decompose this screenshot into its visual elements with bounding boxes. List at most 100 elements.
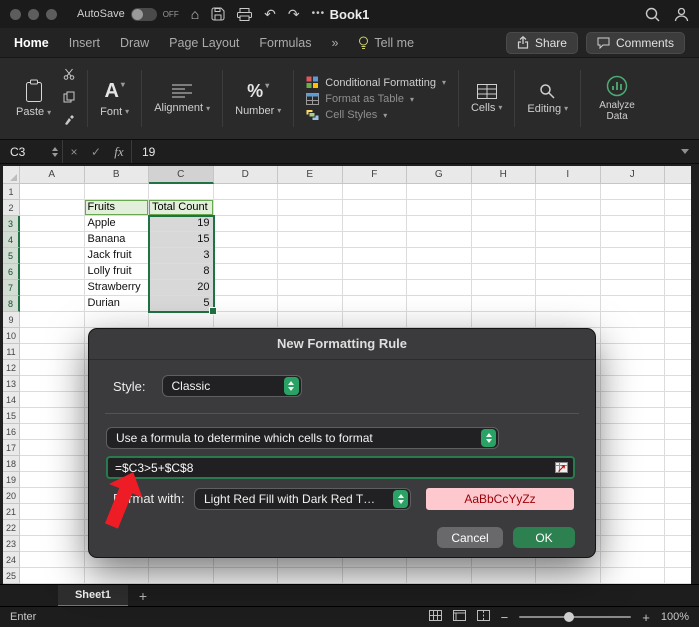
cell-D7[interactable]: [214, 280, 279, 296]
cell-H7[interactable]: [472, 280, 537, 296]
cell-A3[interactable]: [20, 216, 85, 232]
cell-F5[interactable]: [343, 248, 408, 264]
cell-J15[interactable]: [601, 408, 666, 424]
cell-J18[interactable]: [601, 456, 666, 472]
cell-F8[interactable]: [343, 296, 408, 312]
paste-button[interactable]: Paste▾: [10, 79, 57, 118]
cell-A18[interactable]: [20, 456, 85, 472]
format-painter-icon[interactable]: [63, 113, 75, 131]
cell-J8[interactable]: [601, 296, 666, 312]
column-header-G[interactable]: G: [407, 166, 472, 184]
row-header-20[interactable]: 20: [3, 488, 20, 504]
cell-A9[interactable]: [20, 312, 85, 328]
cell-A6[interactable]: [20, 264, 85, 280]
cell-J6[interactable]: [601, 264, 666, 280]
cell-D5[interactable]: [214, 248, 279, 264]
cell-G2[interactable]: [407, 200, 472, 216]
row-header-7[interactable]: 7: [3, 280, 20, 296]
tab-insert[interactable]: Insert: [69, 36, 100, 50]
cell-I4[interactable]: [536, 232, 601, 248]
column-header-J[interactable]: J: [601, 166, 666, 184]
normal-view-icon[interactable]: [429, 610, 442, 624]
analyze-data-button[interactable]: Analyze Data: [587, 62, 647, 135]
cell-A22[interactable]: [20, 520, 85, 536]
cell-D1[interactable]: [214, 184, 279, 200]
formula-input[interactable]: =$C3>5+$C$8: [106, 456, 575, 479]
zoom-window-button[interactable]: [46, 9, 57, 20]
cell-H25[interactable]: [472, 568, 537, 584]
style-dropdown[interactable]: Classic: [162, 375, 302, 397]
rule-type-dropdown[interactable]: Use a formula to determine which cells t…: [106, 427, 499, 449]
cut-icon[interactable]: [63, 67, 75, 85]
row-header-22[interactable]: 22: [3, 520, 20, 536]
row-header-17[interactable]: 17: [3, 440, 20, 456]
cell-J10[interactable]: [601, 328, 666, 344]
cell-I5[interactable]: [536, 248, 601, 264]
cell-A13[interactable]: [20, 376, 85, 392]
comments-button[interactable]: Comments: [586, 32, 685, 54]
cell-F6[interactable]: [343, 264, 408, 280]
cell-I8[interactable]: [536, 296, 601, 312]
cell-A4[interactable]: [20, 232, 85, 248]
cell-A7[interactable]: [20, 280, 85, 296]
row-header-15[interactable]: 15: [3, 408, 20, 424]
cell-styles-button[interactable]: Cell Styles ▾: [306, 109, 446, 121]
row-header-16[interactable]: 16: [3, 424, 20, 440]
cell-J11[interactable]: [601, 344, 666, 360]
zoom-in-button[interactable]: +: [642, 610, 650, 625]
insert-function-icon[interactable]: fx: [107, 144, 131, 160]
cell-B9[interactable]: [85, 312, 150, 328]
save-icon[interactable]: [211, 7, 225, 21]
cell-A21[interactable]: [20, 504, 85, 520]
page-layout-view-icon[interactable]: [453, 610, 466, 624]
sheet-tab-sheet1[interactable]: Sheet1: [58, 585, 128, 607]
cell-E7[interactable]: [278, 280, 343, 296]
format-style-dropdown[interactable]: Light Red Fill with Dark Red T…: [194, 488, 411, 510]
column-header-C[interactable]: C: [149, 166, 214, 184]
cell-H4[interactable]: [472, 232, 537, 248]
tab-draw[interactable]: Draw: [120, 36, 149, 50]
cell-B25[interactable]: [85, 568, 150, 584]
row-header-8[interactable]: 8: [3, 296, 20, 312]
cell-E25[interactable]: [278, 568, 343, 584]
cell-E8[interactable]: [278, 296, 343, 312]
cell-J2[interactable]: [601, 200, 666, 216]
cell-F4[interactable]: [343, 232, 408, 248]
cell-D3[interactable]: [214, 216, 279, 232]
cell-G7[interactable]: [407, 280, 472, 296]
cell-C9[interactable]: [149, 312, 214, 328]
print-icon[interactable]: [237, 8, 252, 21]
cell-A12[interactable]: [20, 360, 85, 376]
formula-bar-value[interactable]: 19: [132, 145, 155, 159]
name-box-stepper[interactable]: [52, 147, 58, 157]
cell-E6[interactable]: [278, 264, 343, 280]
row-header-4[interactable]: 4: [3, 232, 20, 248]
zoom-level[interactable]: 100%: [661, 611, 689, 623]
cell-J4[interactable]: [601, 232, 666, 248]
cells-group-button[interactable]: Cells▾: [465, 62, 508, 135]
cell-H3[interactable]: [472, 216, 537, 232]
cell-J19[interactable]: [601, 472, 666, 488]
row-header-18[interactable]: 18: [3, 456, 20, 472]
account-icon[interactable]: [674, 7, 689, 22]
cell-J12[interactable]: [601, 360, 666, 376]
cancel-entry-icon[interactable]: ×: [63, 145, 85, 159]
cell-C2[interactable]: Total Count: [149, 200, 214, 216]
cell-G25[interactable]: [407, 568, 472, 584]
alignment-group-button[interactable]: Alignment▾: [148, 62, 216, 135]
cell-A24[interactable]: [20, 552, 85, 568]
zoom-slider-thumb[interactable]: [564, 612, 574, 622]
row-header-21[interactable]: 21: [3, 504, 20, 520]
redo-icon[interactable]: ↷: [288, 7, 300, 21]
number-group-button[interactable]: %▾ Number▾: [229, 62, 287, 135]
tab-formulas[interactable]: Formulas: [259, 36, 311, 50]
expand-formula-bar-icon[interactable]: [681, 149, 689, 154]
cell-J24[interactable]: [601, 552, 666, 568]
cell-J22[interactable]: [601, 520, 666, 536]
undo-icon[interactable]: ↶: [264, 7, 276, 21]
row-header-25[interactable]: 25: [3, 568, 20, 584]
cell-E9[interactable]: [278, 312, 343, 328]
cell-J17[interactable]: [601, 440, 666, 456]
cancel-button[interactable]: Cancel: [437, 527, 503, 548]
minimize-window-button[interactable]: [28, 9, 39, 20]
